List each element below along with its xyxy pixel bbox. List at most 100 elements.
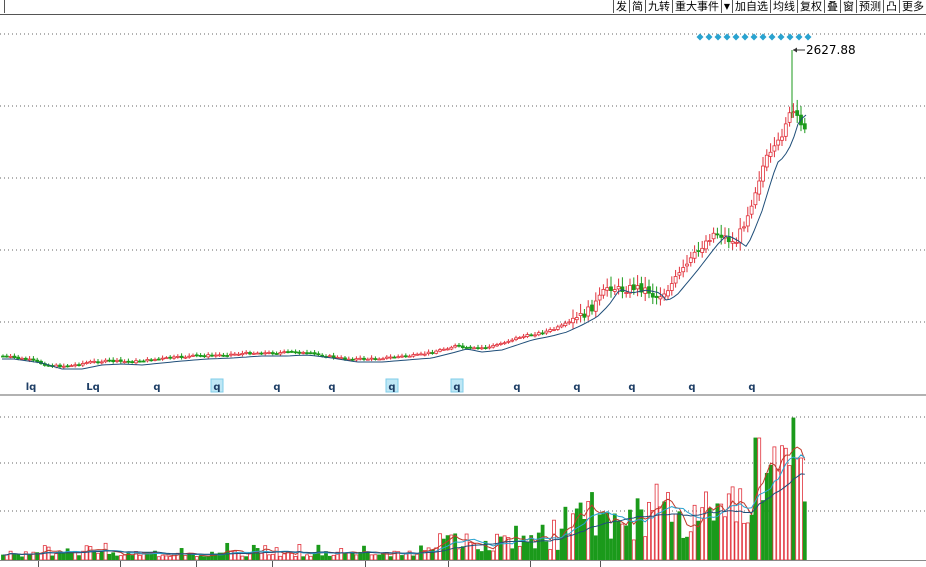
candle-body [168,356,173,359]
candle-body [612,289,617,292]
volume-bar [601,512,606,560]
volume-bar [88,546,93,560]
volume-bar [799,457,803,560]
candle-body [282,351,287,354]
candle-body [407,355,412,358]
share-button[interactable]: 发 [613,0,629,13]
max-label-arrow [793,47,797,53]
candle-body [677,272,682,276]
candle-body [160,357,165,360]
candle-body [415,353,420,356]
event-label: lq [26,382,37,393]
candle-body [297,351,302,354]
event-label: q [688,382,695,393]
candle-body [183,356,188,359]
candle-body [567,321,572,324]
candle-body [491,345,496,348]
candle-body [396,356,401,359]
volume-bar [707,507,712,560]
volume-bar [540,524,545,560]
volume-bar [536,532,541,560]
candle-body [483,347,488,349]
candle-body [726,237,731,243]
volume-bar [567,533,572,560]
candle-body [498,342,503,345]
candle-body [164,357,169,360]
volume-bar [764,472,769,560]
add-watchlist-button[interactable]: 加自选 [732,0,770,13]
candle-body [217,354,222,357]
volume-bar [677,511,682,560]
candle-body [548,329,553,332]
candle-body [210,354,214,357]
volume-bar [548,549,553,560]
candle-body [320,354,325,357]
candle-body [514,337,518,341]
nine-turn-button[interactable]: 九转 [645,0,672,13]
candle-body [191,354,195,357]
candle-body [134,360,138,364]
candle-body [411,354,416,357]
event-label: q [328,382,335,393]
highlight-button[interactable]: 凸 [883,0,899,13]
volume-bar [605,512,610,560]
adjust-rights-button[interactable]: 复权 [797,0,824,13]
candle-body [635,285,640,290]
volume-bar [529,535,534,560]
candle-body [73,364,78,367]
event-label: q [453,382,460,393]
candle-body [88,361,93,364]
volume-bar [654,483,659,560]
candle-body [609,286,613,291]
volume-bar [46,546,51,560]
candle-body [305,352,309,355]
candle-body [529,334,534,337]
price-moving-average-line [2,114,807,370]
candle-body [289,350,294,353]
volume-bar [96,552,100,560]
candle-body [521,335,526,338]
candle-body [582,313,587,318]
candle-body [308,352,313,355]
candle-body [225,355,230,357]
events-dropdown-icon[interactable]: ▼ [721,0,732,13]
volume-bar [666,492,670,560]
candle-body [692,251,697,259]
candle-body [244,351,249,354]
volume-bar [346,552,351,560]
brief-button[interactable]: 简 [629,0,645,13]
period-tab-divider [365,561,366,567]
volume-bar [749,514,754,560]
candle-body [525,334,530,337]
candle-body [445,348,450,351]
major-events-button[interactable]: 重大事件 [672,0,721,13]
volume-bar [365,551,370,560]
candle-body [293,351,298,354]
more-button[interactable]: 更多 [899,0,926,13]
chart-toolbar: 发 简 九转 重大事件 ▼ 加自选 均线 复权 叠 窗 预测 凸 更多 [0,0,926,15]
candle-body [274,353,279,355]
candle-body [69,365,74,368]
window-button[interactable]: 窗 [840,0,856,13]
candle-body [149,359,154,362]
candle-body [688,257,693,263]
candle-body [221,354,226,357]
candle-body [1,355,5,358]
volume-bar [590,492,594,560]
candle-body [533,334,537,337]
volume-bar [609,538,613,560]
candle-body [464,347,469,349]
candle-body [696,250,701,252]
candle-body [506,340,511,343]
candle-body [460,345,465,349]
candle-body [457,344,461,347]
candle-body [476,347,480,350]
candle-body [175,355,180,358]
moving-average-button[interactable]: 均线 [770,0,797,13]
forecast-button[interactable]: 预测 [856,0,883,13]
candle-body [783,123,788,137]
overlay-button[interactable]: 叠 [824,0,840,13]
candle-body [312,352,317,355]
candle-body [719,234,724,238]
period-tab-divider [530,561,531,567]
